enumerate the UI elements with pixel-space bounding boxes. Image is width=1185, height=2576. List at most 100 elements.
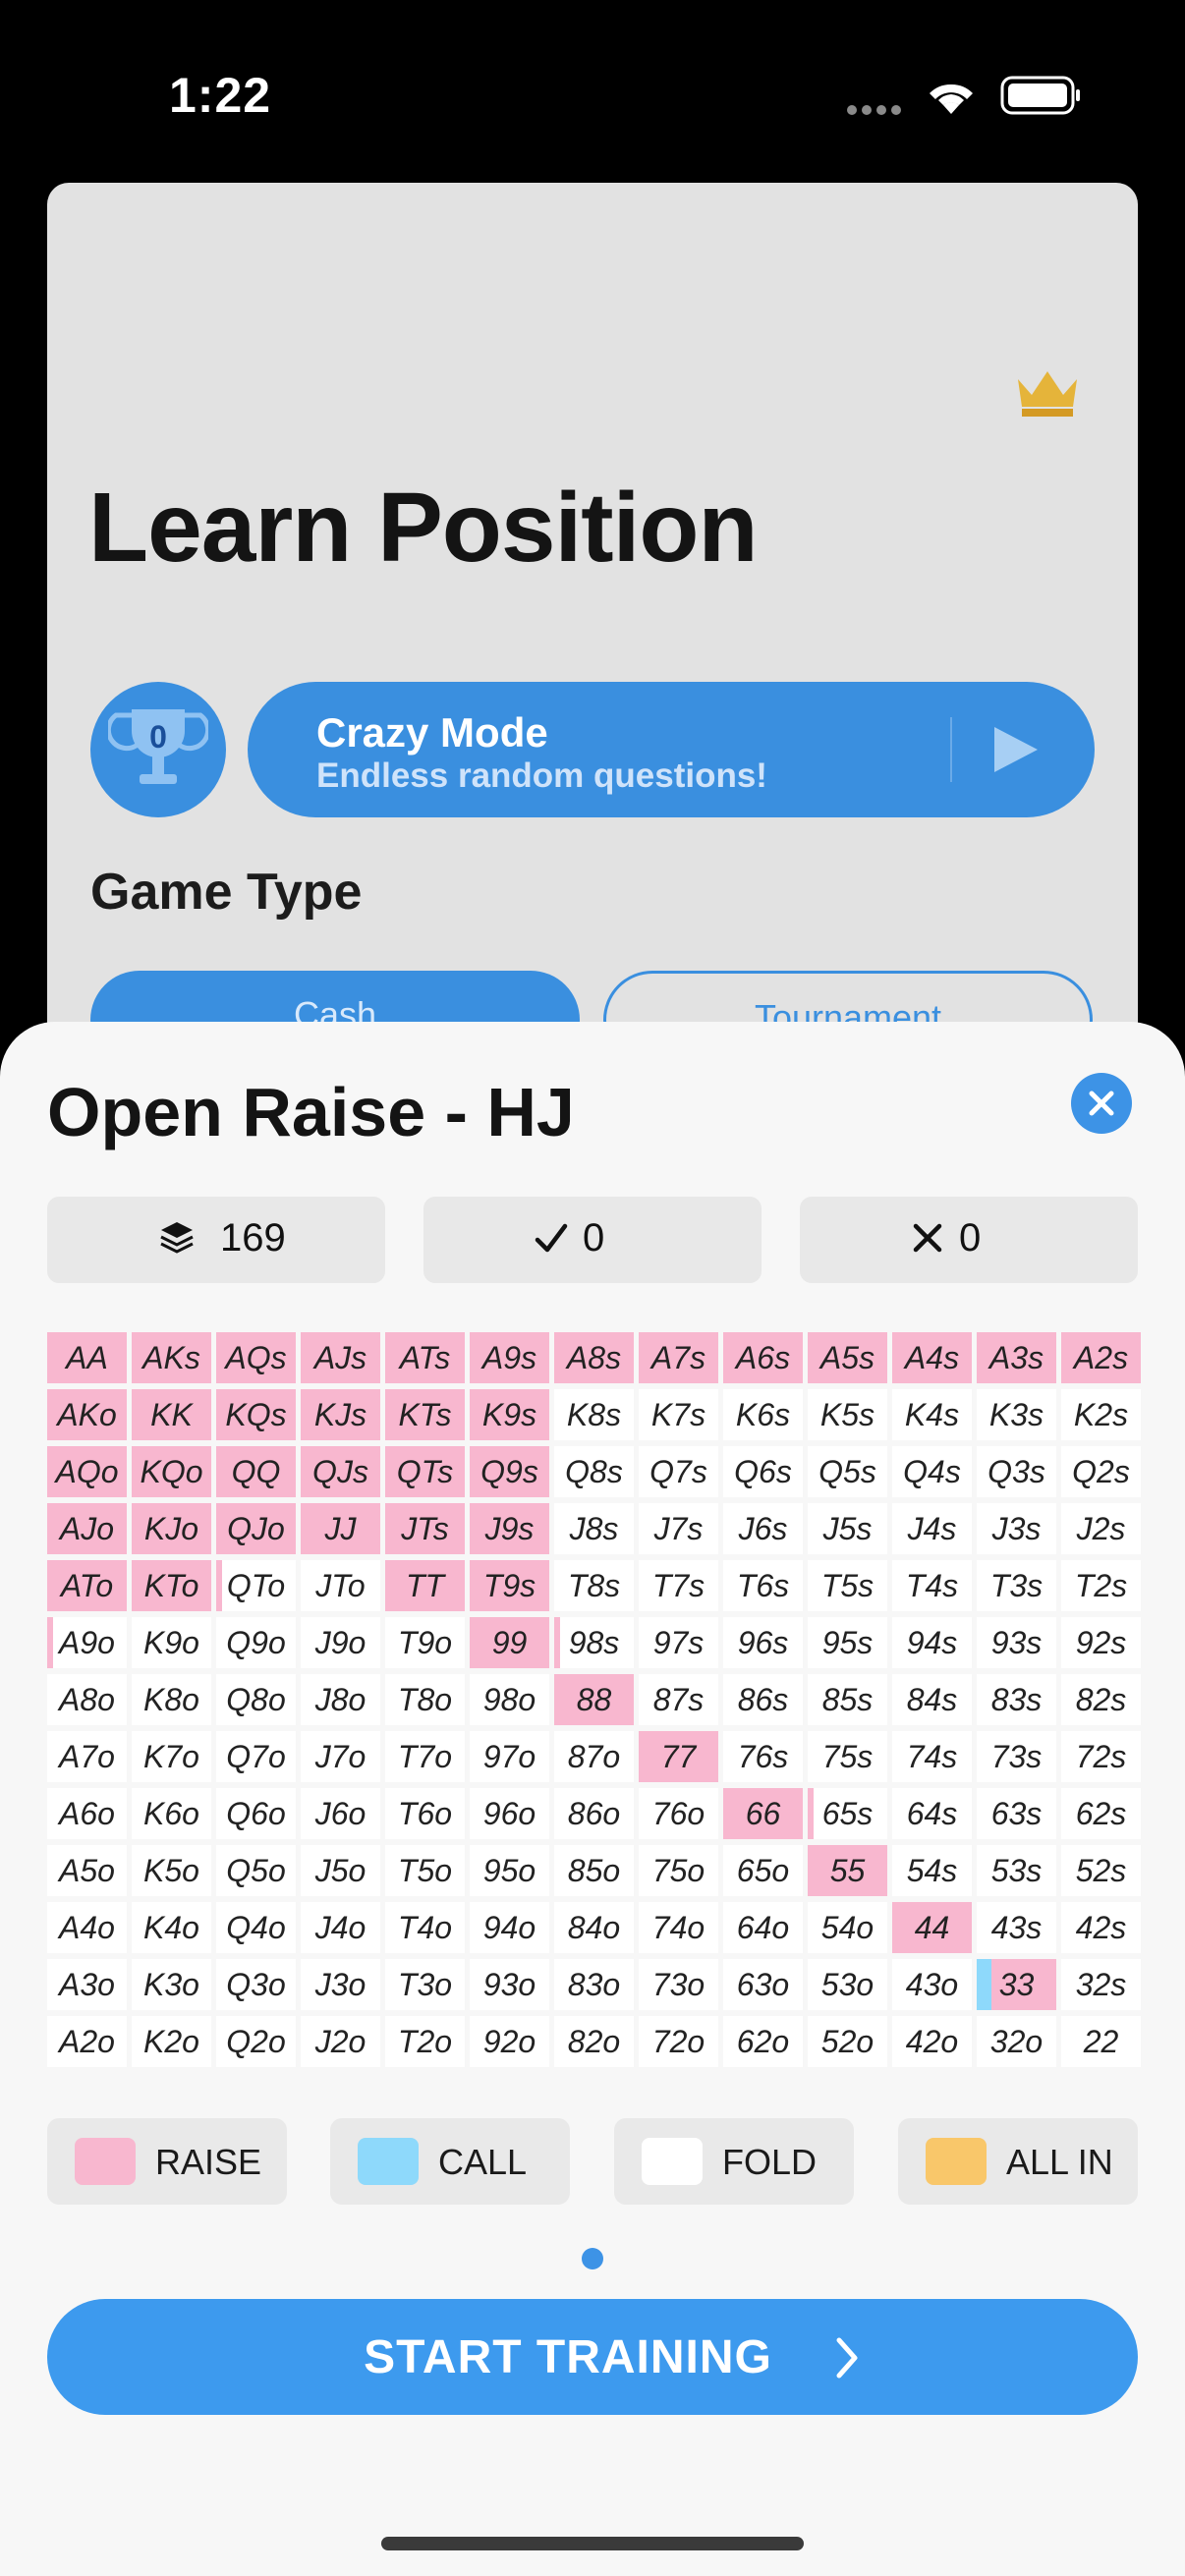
hand-cell: 66 xyxy=(723,1788,803,1839)
hand-cell: 63o xyxy=(723,1959,803,2010)
hand-label: 92s xyxy=(1075,1625,1127,1660)
hand-cell: A3o xyxy=(47,1959,127,2010)
hand-cell: K8o xyxy=(132,1674,211,1725)
hand-cell: 73s xyxy=(977,1731,1056,1782)
hand-label: KJs xyxy=(313,1397,367,1432)
hand-label: 84s xyxy=(906,1682,958,1717)
hand-label: 64o xyxy=(736,1910,790,1945)
hand-cell: T9s xyxy=(470,1560,549,1611)
hand-cell: 87o xyxy=(554,1731,634,1782)
hand-cell: J4o xyxy=(301,1902,380,1953)
hand-cell: KK xyxy=(132,1389,211,1440)
hand-label: 75o xyxy=(651,1853,705,1888)
legend-call: CALL xyxy=(330,2118,570,2205)
hand-cell: T5s xyxy=(808,1560,887,1611)
hand-label: 76o xyxy=(651,1796,705,1831)
hand-label: QQ xyxy=(231,1454,281,1489)
hand-cell: 54s xyxy=(892,1845,972,1896)
hand-cell: K4o xyxy=(132,1902,211,1953)
hand-cell: T6o xyxy=(385,1788,465,1839)
legend-all-in-label: ALL IN xyxy=(1006,2142,1113,2182)
hand-label: 43o xyxy=(905,1967,959,2002)
hand-cell: AKs xyxy=(132,1332,211,1383)
hand-cell: 98s xyxy=(554,1617,634,1668)
legend-fold: FOLD xyxy=(614,2118,854,2205)
crazy-mode-title: Crazy Mode xyxy=(316,709,548,756)
hand-cell: A5o xyxy=(47,1845,127,1896)
hand-cell: 77 xyxy=(639,1731,718,1782)
hand-cell: 33 xyxy=(977,1959,1056,2010)
hand-cell: A7o xyxy=(47,1731,127,1782)
hand-label: ATs xyxy=(399,1340,451,1375)
hand-cell: 22 xyxy=(1061,2016,1141,2067)
hand-label: T5s xyxy=(820,1568,875,1603)
hand-cell: Q6s xyxy=(723,1446,803,1497)
hand-cell: 65o xyxy=(723,1845,803,1896)
hand-label: 96s xyxy=(737,1625,789,1660)
hand-label: 86o xyxy=(567,1796,621,1831)
start-training-button[interactable]: START TRAINING xyxy=(47,2299,1138,2415)
crazy-mode-button[interactable]: Crazy Mode Endless random questions! xyxy=(248,682,1095,817)
hand-label: Q2s xyxy=(1072,1454,1130,1489)
legend-raise-label: RAISE xyxy=(155,2142,262,2182)
hand-label: T2o xyxy=(397,2024,453,2059)
hand-label: JTo xyxy=(315,1568,366,1603)
hand-label: K3s xyxy=(988,1397,1044,1432)
hand-cell: J9o xyxy=(301,1617,380,1668)
hand-cell: K3s xyxy=(977,1389,1056,1440)
hand-cell: A3s xyxy=(977,1332,1056,1383)
hand-cell: T2o xyxy=(385,2016,465,2067)
hand-label: 93o xyxy=(482,1967,536,2002)
all-in-swatch xyxy=(926,2138,987,2185)
hand-label: J8o xyxy=(314,1682,367,1717)
hand-label: 97s xyxy=(652,1625,705,1660)
hand-cell: Q3o xyxy=(216,1959,296,2010)
hand-cell: Q5o xyxy=(216,1845,296,1896)
hand-label: QJo xyxy=(227,1511,285,1546)
status-time: 1:22 xyxy=(169,68,272,123)
close-button[interactable] xyxy=(1071,1073,1132,1134)
close-icon xyxy=(1089,1091,1114,1116)
hand-cell: 86o xyxy=(554,1788,634,1839)
chevron-right-icon xyxy=(836,2337,858,2379)
hand-cell: Q4o xyxy=(216,1902,296,1953)
hand-label: Q3o xyxy=(226,1967,286,2002)
hand-label: 63s xyxy=(990,1796,1043,1831)
hand-cell: TT xyxy=(385,1560,465,1611)
hand-cell: K4s xyxy=(892,1389,972,1440)
hand-cell: KJo xyxy=(132,1503,211,1554)
hand-label: 83o xyxy=(567,1967,621,2002)
correct-value: 0 xyxy=(583,1216,605,1260)
hand-cell: J2o xyxy=(301,2016,380,2067)
hand-label: 95o xyxy=(482,1853,536,1888)
hand-label: K2o xyxy=(143,2024,199,2059)
hand-cell: K7o xyxy=(132,1731,211,1782)
hand-cell: Q7s xyxy=(639,1446,718,1497)
hand-label: T5o xyxy=(397,1853,453,1888)
hand-label: 88 xyxy=(576,1682,612,1717)
crown-icon[interactable] xyxy=(1014,365,1081,419)
hand-cell: J5s xyxy=(808,1503,887,1554)
hand-cell: A7s xyxy=(639,1332,718,1383)
hand-label: TT xyxy=(405,1568,445,1603)
hand-label: A8o xyxy=(59,1682,115,1717)
hand-label: 43s xyxy=(990,1910,1043,1945)
hand-cell: Q9s xyxy=(470,1446,549,1497)
raise-swatch xyxy=(75,2138,136,2185)
hand-label: J9s xyxy=(484,1511,535,1546)
hand-cell: 64o xyxy=(723,1902,803,1953)
hand-cell: 95o xyxy=(470,1845,549,1896)
hand-cell: 42s xyxy=(1061,1902,1141,1953)
sheet-title: Open Raise - HJ xyxy=(47,1074,575,1150)
hand-cell: 73o xyxy=(639,1959,718,2010)
hand-label: T3s xyxy=(989,1568,1044,1603)
hand-label: Q4s xyxy=(903,1454,961,1489)
hand-cell: T8s xyxy=(554,1560,634,1611)
hand-label: K4s xyxy=(904,1397,960,1432)
hand-label: T9o xyxy=(397,1625,453,1660)
trophy-button[interactable]: 0 xyxy=(90,682,226,817)
hand-label: 53o xyxy=(820,1967,875,2002)
hand-label: A6s xyxy=(735,1340,791,1375)
hand-label: JTs xyxy=(401,1511,449,1546)
divider xyxy=(950,717,952,782)
